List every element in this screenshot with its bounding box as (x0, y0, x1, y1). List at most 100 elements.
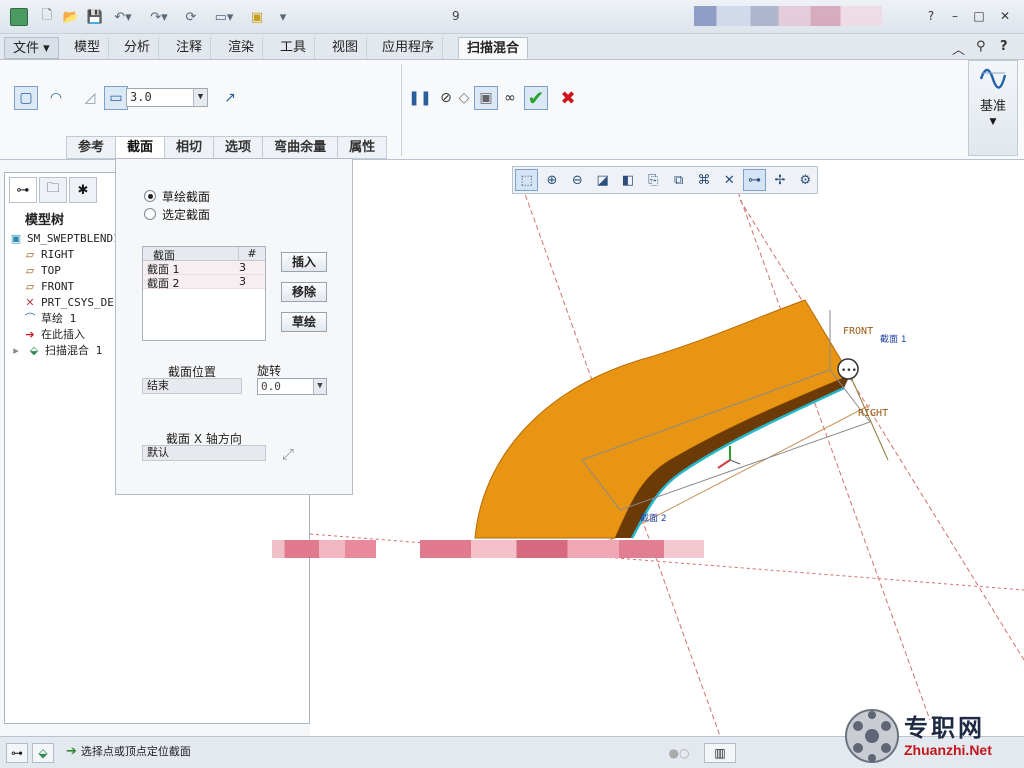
radio-sketched-sections[interactable]: 草绘截面 (144, 188, 210, 204)
rotation-value: 0.0 (261, 380, 281, 393)
new-icon[interactable]: 🗋 (38, 7, 56, 27)
close-icon[interactable]: ✕ (996, 8, 1014, 24)
spin-center-icon[interactable]: ✢ (768, 169, 791, 191)
subtab-tangency[interactable]: 相切 (165, 136, 215, 159)
open-icon[interactable]: 📂 (62, 7, 80, 27)
insert-button[interactable]: 插入 (281, 252, 327, 272)
thickness-field[interactable]: 3.0 ▼ (126, 88, 208, 107)
tab-render[interactable]: 渲染 (220, 37, 264, 59)
ribbon-tab-bar: 文件 ▾ 模型 分析 注释 渲染 工具 视图 应用程序 扫描混合 ︿ ⚲ ? (0, 34, 1024, 60)
chevron-down-icon[interactable]: ▼ (313, 379, 326, 394)
section-x-direction-field[interactable]: 默认 (142, 445, 266, 461)
flip-direction-icon[interactable]: ↗ (218, 86, 242, 110)
close-window-icon[interactable]: ▣ (248, 7, 266, 27)
datum-display-icon[interactable]: ✕ (718, 169, 741, 191)
ok-checkmark-icon[interactable]: ✔ (524, 86, 548, 110)
tree-node-label: RIGHT (41, 248, 75, 261)
remove-material-icon[interactable]: ◿ (78, 86, 102, 110)
subtab-sections[interactable]: 截面 (116, 136, 166, 159)
thickness-value: 3.0 (130, 90, 152, 104)
glasses-icon[interactable]: ∞ (498, 86, 522, 110)
remove-button[interactable]: 移除 (281, 282, 327, 302)
customize-icon[interactable]: ▾ (276, 7, 290, 27)
rotation-field[interactable]: 0.0 ▼ (257, 378, 327, 395)
chevron-down-icon[interactable]: ▼ (193, 89, 207, 106)
subtab-bend-allowance[interactable]: 弯曲余量 (263, 136, 339, 159)
expand-icon[interactable]: ▸ (9, 343, 23, 359)
perspective-icon[interactable]: ⌘ (692, 169, 715, 191)
front-label: FRONT (843, 326, 873, 337)
soccer-ball-logo-icon (845, 709, 899, 763)
browser-toggle-icon[interactable]: ⬙ (32, 743, 54, 763)
tree-node-label: 在此插入 (41, 328, 85, 341)
windows-icon[interactable]: ▭▾ (208, 7, 240, 27)
regenerate-icon[interactable]: ⟳ (182, 7, 200, 27)
verify-icon[interactable]: ▣ (474, 86, 498, 110)
refit-icon[interactable]: ⬚ (515, 169, 539, 191)
flip-x-direction-icon[interactable]: ⤢ (282, 445, 294, 463)
tree-toggle-icon[interactable]: ⊶ (6, 743, 28, 763)
zoom-in-icon[interactable]: ⊕ (540, 169, 563, 191)
help-icon[interactable]: ? (922, 8, 940, 24)
tab-annotate[interactable]: 注释 (168, 37, 212, 59)
display-style-icon[interactable]: ◧ (616, 169, 639, 191)
swept-blend-body (474, 299, 851, 539)
solid-icon[interactable]: ▢ (14, 86, 38, 110)
tab-applications[interactable]: 应用程序 (374, 37, 444, 59)
settings-icon[interactable]: ⚙ (794, 169, 817, 191)
sketch-button[interactable]: 草绘 (281, 312, 327, 332)
row-name: 截面 2 (147, 277, 180, 290)
part-icon: ▣ (10, 232, 22, 245)
redo-icon[interactable]: ↷▾ (146, 7, 172, 27)
tab-file[interactable]: 文件 ▾ (4, 37, 59, 59)
radio-selected-sections[interactable]: 选定截面 (144, 206, 210, 222)
help-icon[interactable]: ? (1000, 39, 1008, 54)
subtab-references[interactable]: 参考 (66, 136, 117, 159)
radio-button[interactable] (144, 190, 156, 202)
repaint-icon[interactable]: ◪ (591, 169, 614, 191)
surface-icon[interactable]: ◠ (44, 86, 68, 110)
saved-views-icon[interactable]: ⎘ (642, 169, 665, 191)
cancel-icon[interactable]: ✖ (556, 86, 580, 110)
datum-group-button[interactable]: 基准 ▼ (968, 60, 1018, 156)
radio-button[interactable] (144, 208, 156, 220)
save-icon[interactable]: 💾 (86, 7, 104, 27)
maximize-icon[interactable]: □ (970, 8, 988, 24)
watermark: 专职网 Zhuanzhi.Net (844, 706, 1024, 768)
table-header: 截面 # (143, 247, 265, 262)
tab-swept-blend[interactable]: 扫描混合 (458, 37, 529, 59)
tab-model[interactable]: 模型 (66, 37, 110, 59)
preview-icon[interactable]: ◇ (452, 86, 476, 110)
table-row[interactable]: 截面 2 3 (143, 275, 265, 290)
title-bar: 🗋 📂 💾 ↶▾ ↷▾ ⟳ ▭▾ ▣ ▾ 9 ? – □ ✕ (0, 0, 1024, 34)
blurred-overlay (420, 540, 704, 558)
selection-filter-icon[interactable]: ▥ (704, 743, 736, 763)
tree-node-label: FRONT (41, 280, 75, 293)
subtab-properties[interactable]: 属性 (338, 136, 388, 159)
minimize-icon[interactable]: – (946, 8, 964, 24)
section-location-field[interactable]: 结束 (142, 378, 242, 394)
graphics-window[interactable]: ••• FRONT RIGHT 截面 1 截面 2 (309, 160, 1024, 737)
zoom-out-icon[interactable]: ⊖ (566, 169, 589, 191)
subtab-options[interactable]: 选项 (214, 136, 264, 159)
model-tree-tab-icon[interactable]: ⊶ (9, 177, 37, 203)
undo-icon[interactable]: ↶▾ (110, 7, 136, 27)
status-message: ➔ 选择点或顶点定位截面 (66, 743, 191, 759)
tab-tools[interactable]: 工具 (272, 37, 316, 59)
app-logo-icon[interactable] (10, 8, 28, 26)
favorites-tab-icon[interactable]: ✱ (69, 177, 97, 203)
thicken-icon[interactable]: ▭ (104, 86, 128, 110)
tab-analysis[interactable]: 分析 (116, 37, 160, 59)
tree-node-swept-blend[interactable]: ▸ ⬙ 扫描混合 1 (9, 343, 119, 359)
table-row[interactable]: 截面 1 3 (143, 261, 265, 276)
annotation-display-icon[interactable]: ⊶ (742, 169, 767, 191)
pause-icon[interactable]: ❚❚ (408, 86, 432, 110)
tab-view[interactable]: 视图 (324, 37, 368, 59)
view-manager-icon[interactable]: ⧉ (667, 169, 690, 191)
tree-node-part[interactable]: ▣ SM_SWEPTBLEND1. (9, 231, 127, 247)
folder-browser-tab-icon[interactable]: 🗀 (39, 177, 67, 203)
tree-node-label: 扫描混合 1 (45, 344, 103, 357)
search-icon[interactable]: ⚲ (976, 39, 986, 54)
chevron-down-icon: ▼ (989, 117, 997, 127)
collapse-ribbon-icon[interactable]: ︿ (952, 39, 965, 58)
